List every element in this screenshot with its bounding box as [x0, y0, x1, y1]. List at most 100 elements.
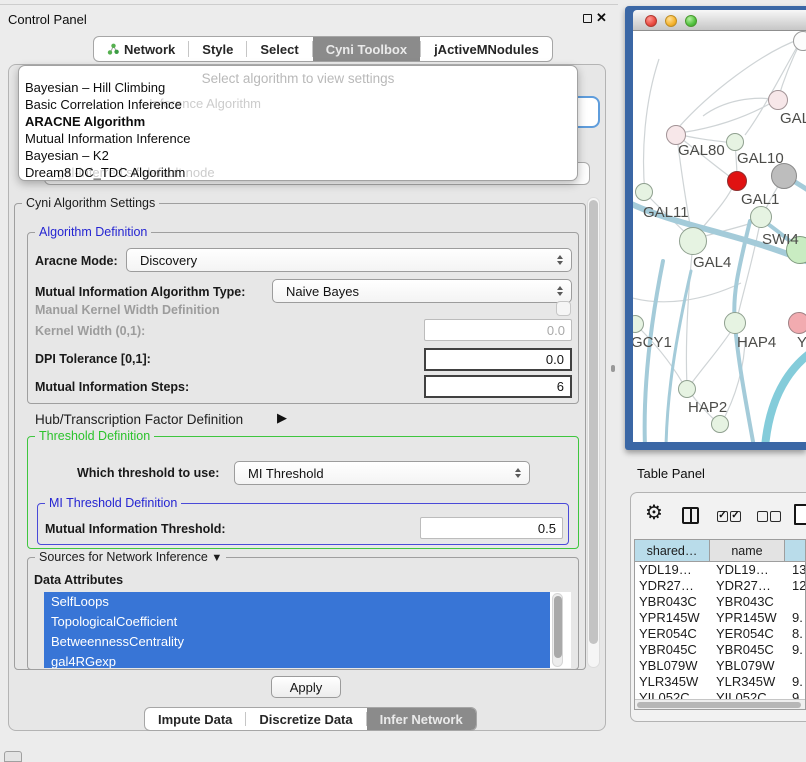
- splitter-handle[interactable]: [611, 365, 615, 372]
- tab-label: Select: [260, 42, 298, 57]
- mac-zoom-button[interactable]: [685, 15, 697, 27]
- tab-network[interactable]: Network: [94, 37, 188, 61]
- deselect-all-checkbox-icon[interactable]: [757, 511, 768, 522]
- node-label-swi4: SWI4: [762, 231, 799, 248]
- table-cell: [785, 594, 806, 610]
- network-window-titlebar[interactable]: [633, 10, 806, 31]
- attribute-item-betweennesscentrality[interactable]: BetweennessCentrality: [44, 632, 550, 652]
- select-all-checkbox-icon2[interactable]: ✓: [730, 511, 741, 522]
- table-cell: 9.: [785, 674, 806, 690]
- algorithm-item-aracne-algorithm[interactable]: ARACNE Algorithm: [25, 114, 145, 129]
- table-row[interactable]: YPR145WYPR145W9.: [635, 610, 805, 626]
- dpi-tolerance-input[interactable]: 0.0: [424, 348, 572, 371]
- which-threshold-combo[interactable]: MI Threshold: [234, 461, 530, 485]
- network-node-hap2[interactable]: [678, 380, 696, 398]
- table-row[interactable]: YBR045CYBR045C9.: [635, 642, 805, 658]
- table-row[interactable]: YBL079WYBL079W: [635, 658, 805, 674]
- tab-label: Infer Network: [380, 712, 463, 727]
- network-node[interactable]: [771, 163, 797, 189]
- sources-title[interactable]: Sources for Network Inference ▼: [35, 550, 226, 564]
- table-cell: YDL19…: [635, 562, 710, 578]
- network-node[interactable]: [793, 31, 806, 51]
- algorithm-dropdown[interactable]: Select algorithm to view settings Infere…: [18, 65, 578, 181]
- which-threshold-label: Which threshold to use:: [77, 466, 219, 480]
- mi-threshold-label: Mutual Information Threshold:: [45, 522, 226, 536]
- network-canvas[interactable]: GALGAL80GAL10GAL1GAL11GAL4SWI4GCY1HAP4YH…: [633, 31, 806, 442]
- column-header-name[interactable]: name: [710, 540, 785, 561]
- mac-close-button[interactable]: [645, 15, 657, 27]
- table-panel-title: Table Panel: [637, 466, 705, 481]
- select-all-checkbox-icon[interactable]: ✓: [717, 511, 728, 522]
- gear-icon[interactable]: ⚙: [645, 503, 663, 523]
- mi-steps-input[interactable]: 6: [424, 375, 572, 398]
- algorithm-item-bayesian-hill-climbing[interactable]: Bayesian – Hill Climbing: [25, 80, 165, 95]
- mi-type-combo[interactable]: Naive Bayes: [272, 279, 572, 303]
- tab-discretize-data[interactable]: Discretize Data: [246, 708, 365, 730]
- table-cell: YBR043C: [710, 594, 785, 610]
- tab-infer-network[interactable]: Infer Network: [367, 708, 476, 730]
- table-row[interactable]: YLR345WYLR345W9.: [635, 674, 805, 690]
- network-node-gal10[interactable]: [726, 133, 744, 151]
- column-view-icon[interactable]: [682, 507, 699, 524]
- column-view-divider: [690, 509, 692, 522]
- aracne-mode-combo[interactable]: Discovery: [126, 248, 572, 272]
- table-row[interactable]: YDL19…YDL19…13: [635, 562, 805, 578]
- close-icon[interactable]: ✕: [596, 10, 607, 26]
- table-row[interactable]: YBR043CYBR043C: [635, 594, 805, 610]
- hub-collapse-icon[interactable]: ▶: [277, 410, 287, 426]
- tab-label: Style: [202, 42, 233, 57]
- manual-kernel-checkbox[interactable]: [556, 301, 571, 316]
- apply-button[interactable]: Apply: [271, 676, 341, 698]
- algorithm-item-dream8-dc-tdc-algorithm[interactable]: Dream8 DC_TDC Algorithm: [25, 165, 185, 180]
- tab-label: Cyni Toolbox: [326, 42, 407, 57]
- node-label-hap2: HAP2: [688, 399, 727, 416]
- table-row[interactable]: YDR27…YDR27…12: [635, 578, 805, 594]
- network-node[interactable]: [711, 415, 729, 433]
- corner-button[interactable]: [4, 751, 22, 762]
- algorithm-item-basic-correlation-inference[interactable]: Basic Correlation Inference: [25, 97, 182, 112]
- table-cell: 9.: [785, 610, 806, 626]
- sources-expand-icon[interactable]: ▼: [211, 552, 222, 564]
- network-node-gal[interactable]: [768, 90, 788, 110]
- attributes-scrollbar-thumb[interactable]: [554, 596, 562, 658]
- network-node-hap4[interactable]: [724, 312, 746, 334]
- network-node-gal11[interactable]: [635, 183, 653, 201]
- tab-cyni-toolbox[interactable]: Cyni Toolbox: [313, 37, 420, 61]
- settings-scrollbar-thumb[interactable]: [589, 200, 598, 644]
- network-node-y[interactable]: [788, 312, 806, 334]
- table-row[interactable]: YER054CYER054C8.: [635, 626, 805, 642]
- table-cell: 9.: [785, 642, 806, 658]
- tab-impute-data[interactable]: Impute Data: [145, 708, 245, 730]
- mi-type-value: Naive Bayes: [286, 284, 359, 299]
- float-icon[interactable]: [583, 14, 592, 23]
- node-label-gal: GAL: [780, 110, 806, 127]
- attribute-item-topologicalcoefficient[interactable]: TopologicalCoefficient: [44, 612, 550, 632]
- stepper-icon: [557, 286, 563, 296]
- mi-threshold-input[interactable]: 0.5: [420, 517, 563, 539]
- table-hscrollbar-thumb[interactable]: [637, 702, 801, 708]
- hub-section-label[interactable]: Hub/Transcription Factor Definition: [35, 412, 243, 427]
- attribute-item-gal4rgexp[interactable]: gal4RGexp: [44, 652, 550, 668]
- tab-select[interactable]: Select: [247, 37, 311, 61]
- deselect-all-checkbox-icon2[interactable]: [770, 511, 781, 522]
- algorithm-item-bayesian-k2[interactable]: Bayesian – K2: [25, 148, 109, 163]
- column-header-a[interactable]: A: [785, 540, 806, 561]
- table-hscrollbar[interactable]: [635, 699, 805, 709]
- top-tab-bar: Network Style Select Cyni Toolbox jActiveMNo…: [93, 36, 553, 62]
- mi-type-label: Mutual Information Algorithm Type:: [35, 285, 245, 299]
- table-cell: YBL079W: [635, 658, 710, 674]
- mac-minimize-button[interactable]: [665, 15, 677, 27]
- kernel-width-input[interactable]: 0.0: [424, 319, 572, 341]
- attribute-item-selfloops[interactable]: SelfLoops: [44, 592, 550, 612]
- threshold-title: Threshold Definition: [35, 429, 154, 443]
- document-icon[interactable]: [794, 504, 806, 525]
- table-header-row: shared…nameA: [635, 540, 805, 562]
- tab-jactivemnodules[interactable]: jActiveMNodules: [421, 37, 552, 61]
- network-node[interactable]: [727, 171, 747, 191]
- tab-style[interactable]: Style: [189, 37, 246, 61]
- data-attributes-list[interactable]: SelfLoopsTopologicalCoefficientBetweenne…: [44, 592, 571, 668]
- network-node-gal4[interactable]: [679, 227, 707, 255]
- network-node-gal1[interactable]: [750, 206, 772, 228]
- column-header-shared[interactable]: shared…: [635, 540, 710, 561]
- algorithm-item-mutual-information-inference[interactable]: Mutual Information Inference: [25, 131, 190, 146]
